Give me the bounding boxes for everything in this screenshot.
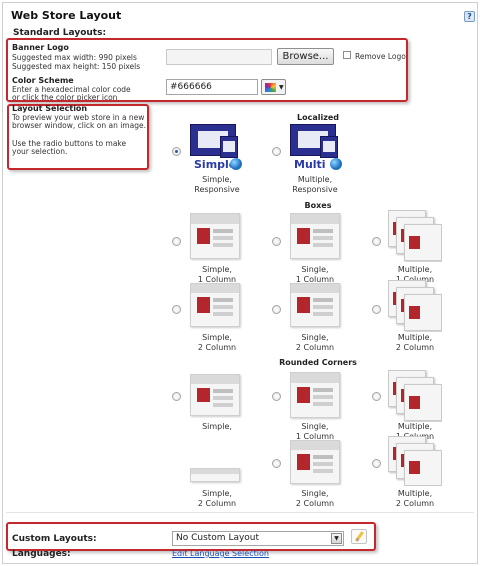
caption-rounded-multiple-2col: Multiple, 2 Column <box>395 489 435 508</box>
color-hex-input[interactable]: #666666 <box>166 79 258 95</box>
multi-word: Multi <box>294 158 326 171</box>
radio-boxes-single-2col[interactable] <box>272 305 281 314</box>
custom-layouts-label: Custom Layouts: <box>12 534 97 544</box>
radio-multiple-responsive[interactable] <box>272 147 281 156</box>
banner-file-input[interactable] <box>166 49 272 65</box>
thumb-boxes-multiple-2col[interactable] <box>388 280 442 332</box>
globe-icon <box>330 158 342 170</box>
layout-instructions-4: your selection. <box>12 147 68 156</box>
caption-boxes-simple-2col: Simple, 2 Column <box>197 333 237 352</box>
thumb-rounded-multiple-1col[interactable] <box>388 370 442 422</box>
thumb-rounded-single-2col[interactable] <box>290 440 340 484</box>
radio-boxes-single-1col[interactable] <box>272 237 281 246</box>
remove-logo-label: Remove Logo <box>355 52 406 61</box>
thumb-rounded-simple-2col[interactable] <box>190 468 240 482</box>
caption-rounded-simple: Simple, <box>202 422 232 431</box>
thumb-simple-responsive[interactable]: Simple <box>190 124 246 172</box>
standard-layouts-heading: Standard Layouts: <box>13 28 107 38</box>
section-boxes: Boxes <box>304 201 332 210</box>
chevron-down-icon: ▼ <box>279 84 284 91</box>
globe-icon <box>230 158 242 170</box>
radio-rounded-single-2col[interactable] <box>272 459 281 468</box>
thumb-rounded-single-1col[interactable] <box>290 372 340 418</box>
section-divider <box>6 512 474 513</box>
caption-rounded-simple-2col: Simple, 2 Column <box>197 489 237 508</box>
custom-layout-value: No Custom Layout <box>176 533 260 543</box>
radio-rounded-multiple-2col[interactable] <box>372 459 381 468</box>
caption-boxes-simple-1col: Simple, 1 Column <box>197 265 237 284</box>
color-picker-button[interactable]: ▼ <box>261 79 286 95</box>
caption-boxes-single-1col: Single, 1 Column <box>295 265 335 284</box>
color-scheme-label: Color Scheme <box>12 76 74 85</box>
radio-simple-responsive[interactable] <box>172 147 181 156</box>
page-title: Web Store Layout <box>11 9 122 22</box>
caption-rounded-single-2col: Single, 2 Column <box>295 489 335 508</box>
banner-logo-label: Banner Logo <box>12 43 69 52</box>
caption-rounded-single-1col: Single, 1 Column <box>295 422 335 441</box>
banner-hint-height: Suggested max height: 150 pixels <box>12 62 141 71</box>
edit-pencil-icon[interactable] <box>351 529 367 544</box>
languages-label: Languages: <box>12 549 71 559</box>
banner-hint-width: Suggested max width: 990 pixels <box>12 53 137 62</box>
radio-rounded-multiple-1col[interactable] <box>372 392 381 401</box>
thumb-boxes-multiple-1col[interactable] <box>388 210 442 262</box>
chevron-down-icon[interactable]: ▼ <box>331 533 342 544</box>
layout-instructions-2: browser window, click on an image. <box>12 121 146 130</box>
thumb-multiple-responsive[interactable]: Multi <box>290 124 346 172</box>
thumb-boxes-single-2col[interactable] <box>290 283 340 327</box>
browse-button[interactable]: Browse... <box>277 48 334 65</box>
edit-language-link[interactable]: Edit Language Selection <box>172 549 269 558</box>
caption-boxes-multiple-2col: Multiple, 2 Column <box>395 333 435 352</box>
radio-boxes-simple-2col[interactable] <box>172 305 181 314</box>
color-hint-2: or click the color picker icon <box>12 93 118 102</box>
thumb-rounded-simple[interactable] <box>190 374 240 416</box>
remove-logo-checkbox[interactable] <box>343 51 351 59</box>
layout-selection-label: Layout Selection <box>12 104 88 113</box>
thumb-boxes-simple-1col[interactable] <box>190 213 240 259</box>
caption-boxes-single-2col: Single, 2 Column <box>295 333 335 352</box>
color-palette-icon <box>265 83 276 92</box>
caption-multiple-responsive: Multiple, Responsive <box>292 175 338 194</box>
radio-boxes-multiple-1col[interactable] <box>372 237 381 246</box>
radio-rounded-simple[interactable] <box>172 392 181 401</box>
section-localized: Localized <box>296 113 340 122</box>
help-icon[interactable]: ? <box>464 11 475 22</box>
thumb-boxes-simple-2col[interactable] <box>190 283 240 327</box>
radio-boxes-simple-1col[interactable] <box>172 237 181 246</box>
section-rounded-corners: Rounded Corners <box>279 358 357 367</box>
radio-boxes-multiple-2col[interactable] <box>372 305 381 314</box>
radio-rounded-single-1col[interactable] <box>272 392 281 401</box>
thumb-rounded-multiple-2col[interactable] <box>388 436 442 486</box>
custom-layout-select[interactable]: No Custom Layout ▼ <box>172 531 344 546</box>
thumb-boxes-single-1col[interactable] <box>290 213 340 259</box>
caption-simple-responsive: Simple, Responsive <box>194 175 240 194</box>
